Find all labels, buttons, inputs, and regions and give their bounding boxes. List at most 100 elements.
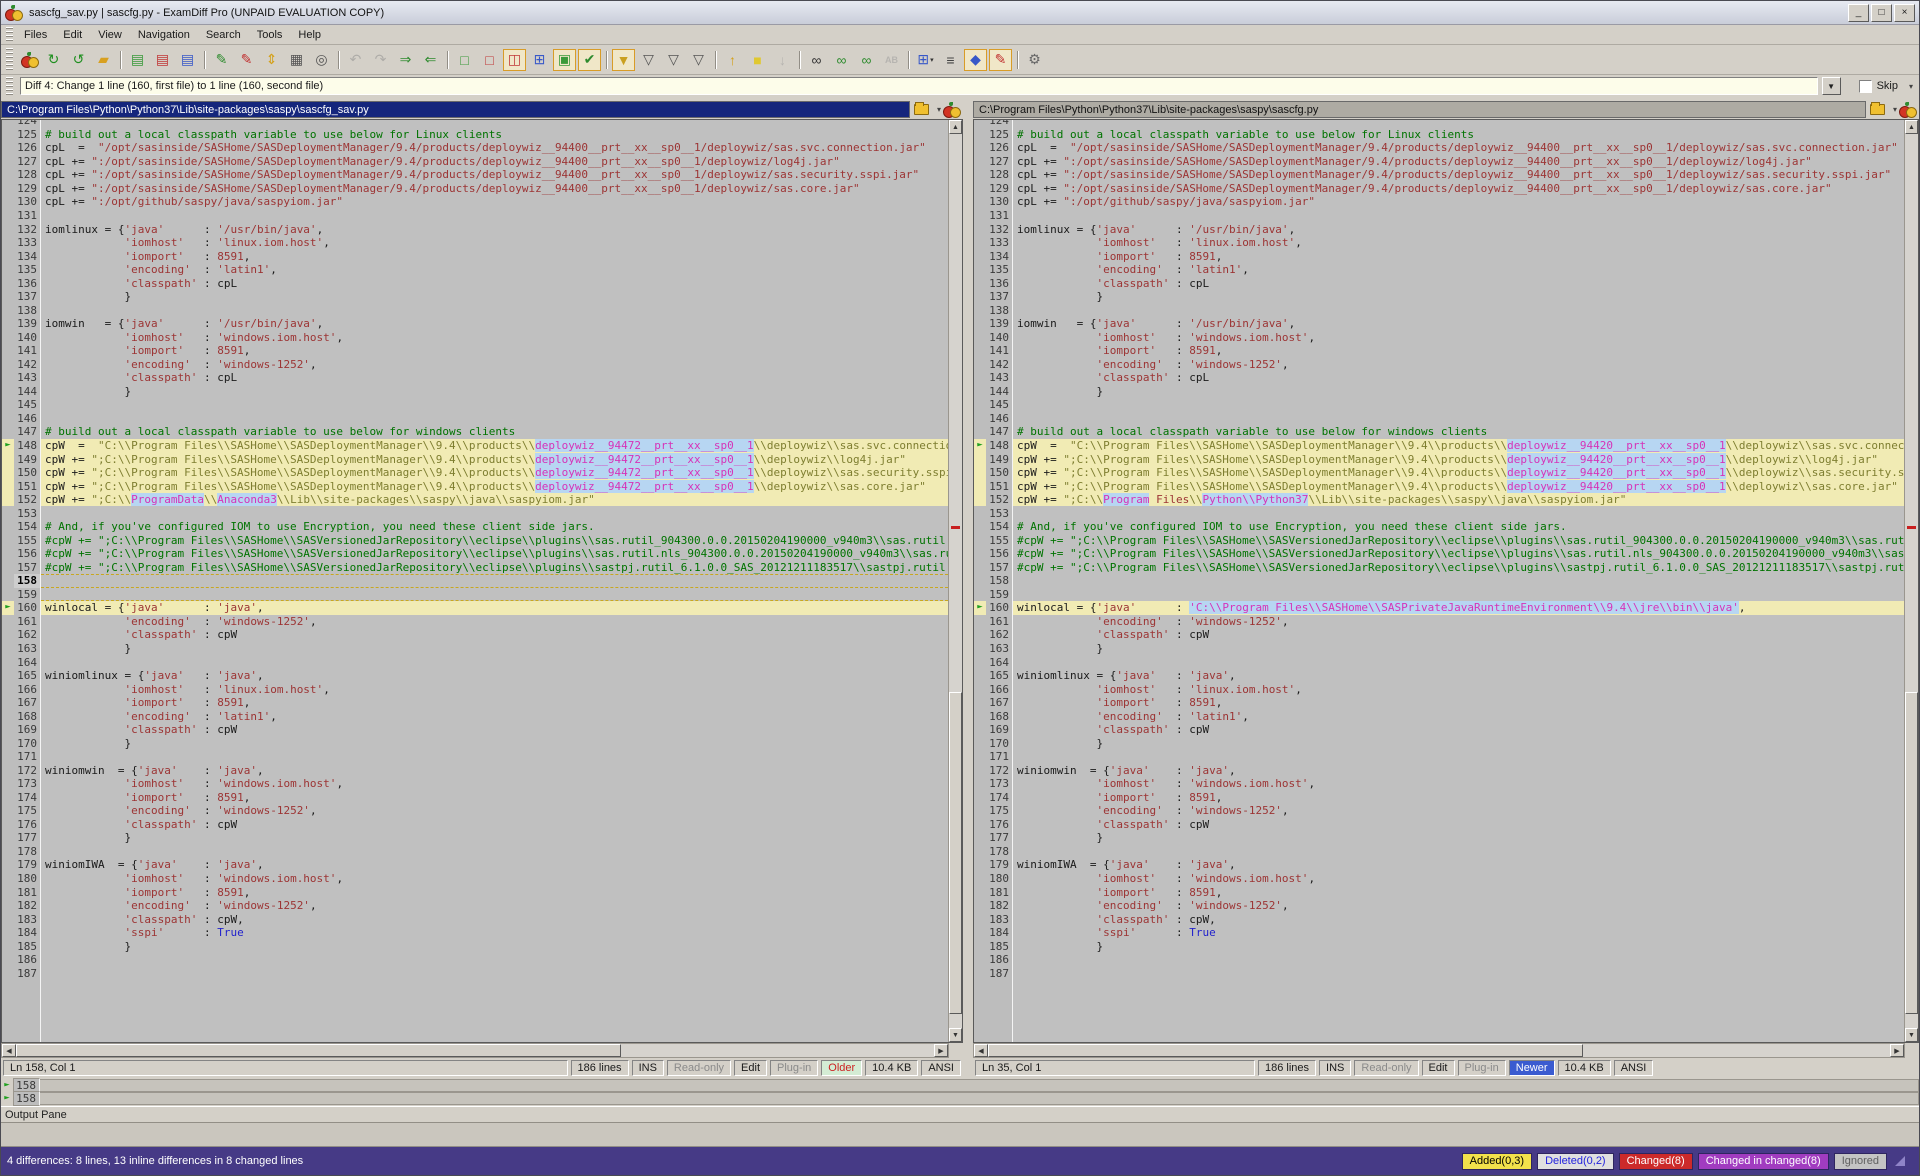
code-text[interactable]: 'encoding' : 'windows-1252', [41, 358, 948, 372]
code-text[interactable]: 'iomport' : 8591, [1013, 344, 1904, 358]
current-diff-combo[interactable]: Diff 4: Change 1 line (160, first file) … [20, 77, 1818, 95]
stat-badge-added-0-3-[interactable]: Added(0,3) [1462, 1153, 1532, 1170]
code-text[interactable] [1013, 588, 1904, 602]
code-text[interactable]: 'classpath' : cpW, [1013, 912, 1904, 926]
resize-grip[interactable] [1895, 1156, 1905, 1166]
scroll-thumb[interactable] [1905, 692, 1918, 1015]
code-text[interactable]: 'iomport' : 8591, [1013, 249, 1904, 263]
code-text[interactable]: winiomIWA = {'java' : 'java', [1013, 858, 1904, 872]
code-text[interactable]: 'iomport' : 8591, [1013, 696, 1904, 710]
scroll-down-icon[interactable]: ▼ [949, 1028, 962, 1042]
edit-second-icon[interactable]: ✎ [235, 49, 258, 71]
previous-diff-icon[interactable]: ↑ [721, 49, 744, 71]
code-text[interactable]: 'classpath' : cpW [1013, 723, 1904, 737]
scroll-up-icon[interactable]: ▲ [949, 120, 962, 134]
swap-panes-icon[interactable]: ⇕ [260, 49, 283, 71]
code-text[interactable]: cpW = "C:\\Program Files\\SASHome\\SASDe… [1013, 439, 1904, 453]
code-text[interactable]: 'iomport' : 8591, [41, 791, 948, 805]
code-text[interactable]: 'classpath' : cpL [41, 276, 948, 290]
code-text[interactable]: } [1013, 736, 1904, 750]
menu-navigation[interactable]: Navigation [130, 27, 198, 43]
code-text[interactable] [41, 953, 948, 967]
code-text[interactable]: iomlinux = {'java' : '/usr/bin/java', [41, 222, 948, 236]
code-text[interactable]: cpL = "/opt/sasinside/SASHome/SASDeploym… [1013, 141, 1904, 155]
code-text[interactable]: 'classpath' : cpW [1013, 818, 1904, 832]
code-text[interactable]: 'iomport' : 8591, [41, 696, 948, 710]
code-text[interactable]: 'iomport' : 8591, [41, 885, 948, 899]
code-text[interactable]: cpL = "/opt/sasinside/SASHome/SASDeploym… [41, 141, 948, 155]
code-text[interactable] [41, 655, 948, 669]
code-text[interactable]: } [41, 831, 948, 845]
grid-view-icon[interactable]: ⊞ [528, 49, 551, 71]
scroll-down-icon[interactable]: ▼ [1905, 1028, 1918, 1042]
code-text[interactable]: cpL += ":/opt/sasinside/SASHome/SASDeplo… [41, 182, 948, 196]
code-text[interactable]: #cpW += ";C:\\Program Files\\SASHome\\SA… [41, 547, 948, 561]
save-both-icon[interactable]: ▤ [176, 49, 199, 71]
code-text[interactable]: 'iomport' : 8591, [1013, 885, 1904, 899]
code-text[interactable]: cpW += ";C:\\Program Files\\SASHome\\SAS… [41, 466, 948, 480]
code-text[interactable]: 'iomhost' : 'windows.iom.host', [1013, 777, 1904, 791]
menu-help[interactable]: Help [290, 27, 329, 43]
refresh-icon[interactable]: ↻ [42, 49, 65, 71]
code-text[interactable]: 'iomhost' : 'windows.iom.host', [41, 872, 948, 886]
code-text[interactable] [1013, 209, 1904, 223]
line-details-icon[interactable]: ≡ [939, 49, 962, 71]
code-text[interactable] [1013, 398, 1904, 412]
code-text[interactable]: cpL += ":/opt/sasinside/SASHome/SASDeplo… [41, 168, 948, 182]
find-prev-icon[interactable]: ∞ [855, 49, 878, 71]
code-text[interactable]: cpL += ":/opt/sasinside/SASHome/SASDeplo… [1013, 182, 1904, 196]
find-binoculars-icon[interactable]: ∞ [805, 49, 828, 71]
stat-badge-changed-in-changed-8-[interactable]: Changed in changed(8) [1698, 1153, 1829, 1170]
code-text[interactable] [41, 303, 948, 317]
scroll-right-icon[interactable]: ▶ [1890, 1044, 1904, 1057]
stat-badge-ignored[interactable]: Ignored [1834, 1153, 1887, 1170]
menu-view[interactable]: View [90, 27, 130, 43]
code-text[interactable]: } [41, 385, 948, 399]
code-text[interactable]: } [1013, 290, 1904, 304]
plugins-icon[interactable]: ◆ [964, 49, 987, 71]
code-text[interactable] [41, 209, 948, 223]
first-file-path-bar[interactable]: C:\Program Files\Python\Python37\Lib\sit… [1, 101, 910, 118]
code-text[interactable]: #cpW += ";C:\\Program Files\\SASHome\\SA… [41, 533, 948, 547]
find-next-icon[interactable]: ∞ [830, 49, 853, 71]
second-file-pane[interactable]: 124125# build out a local classpath vari… [973, 119, 1919, 1043]
code-text[interactable]: iomwin = {'java' : '/usr/bin/java', [1013, 317, 1904, 331]
save-second-icon[interactable]: ▤ [151, 49, 174, 71]
code-text[interactable] [1013, 506, 1904, 520]
scroll-left-icon[interactable]: ◀ [2, 1044, 16, 1057]
code-text[interactable] [41, 119, 948, 128]
second-vertical-scrollbar[interactable]: ▲ ▼ [1904, 120, 1918, 1042]
code-text[interactable] [1013, 412, 1904, 426]
save-first-icon[interactable]: ▤ [126, 49, 149, 71]
code-text[interactable]: 'encoding' : 'windows-1252', [41, 615, 948, 629]
code-text[interactable] [41, 574, 948, 588]
toolbar-grip[interactable] [6, 27, 13, 42]
code-text[interactable]: #cpW += ";C:\\Program Files\\SASHome\\SA… [1013, 561, 1904, 575]
code-text[interactable]: 'encoding' : 'latin1', [1013, 263, 1904, 277]
menu-files[interactable]: Files [16, 27, 55, 43]
maximize-button[interactable]: □ [1871, 4, 1892, 22]
open-files-icon[interactable]: ▰ [92, 49, 115, 71]
code-text[interactable]: } [1013, 642, 1904, 656]
code-text[interactable] [1013, 303, 1904, 317]
scroll-thumb[interactable] [949, 692, 962, 1015]
code-text[interactable] [1013, 574, 1904, 588]
code-text[interactable]: } [41, 642, 948, 656]
code-text[interactable]: 'classpath' : cpW [41, 723, 948, 737]
code-text[interactable]: } [41, 736, 948, 750]
split-view-icon[interactable]: ◫ [503, 49, 526, 71]
code-text[interactable]: cpL += ":/opt/github/saspy/java/saspyiom… [1013, 195, 1904, 209]
code-text[interactable]: # build out a local classpath variable t… [41, 425, 948, 439]
code-text[interactable]: winiomwin = {'java' : 'java', [1013, 764, 1904, 778]
print-preview-icon[interactable]: ◎ [310, 49, 333, 71]
code-text[interactable] [1013, 119, 1904, 128]
diff-dropdown-button[interactable]: ▼ [1822, 77, 1841, 95]
code-text[interactable] [41, 966, 948, 980]
code-text[interactable]: cpW += ";C:\\Program Files\\SASHome\\SAS… [41, 479, 948, 493]
view-options-icon[interactable]: ⊞▾ [914, 49, 937, 71]
scroll-thumb[interactable] [16, 1044, 621, 1057]
show-identical-filter-icon[interactable]: ▽ [637, 49, 660, 71]
skip-checkbox[interactable] [1859, 80, 1872, 93]
code-text[interactable]: cpW += ";C:\\ProgramData\\Anaconda3\\Lib… [41, 493, 948, 507]
output-pane-header[interactable]: Output Pane [1, 1106, 1919, 1123]
